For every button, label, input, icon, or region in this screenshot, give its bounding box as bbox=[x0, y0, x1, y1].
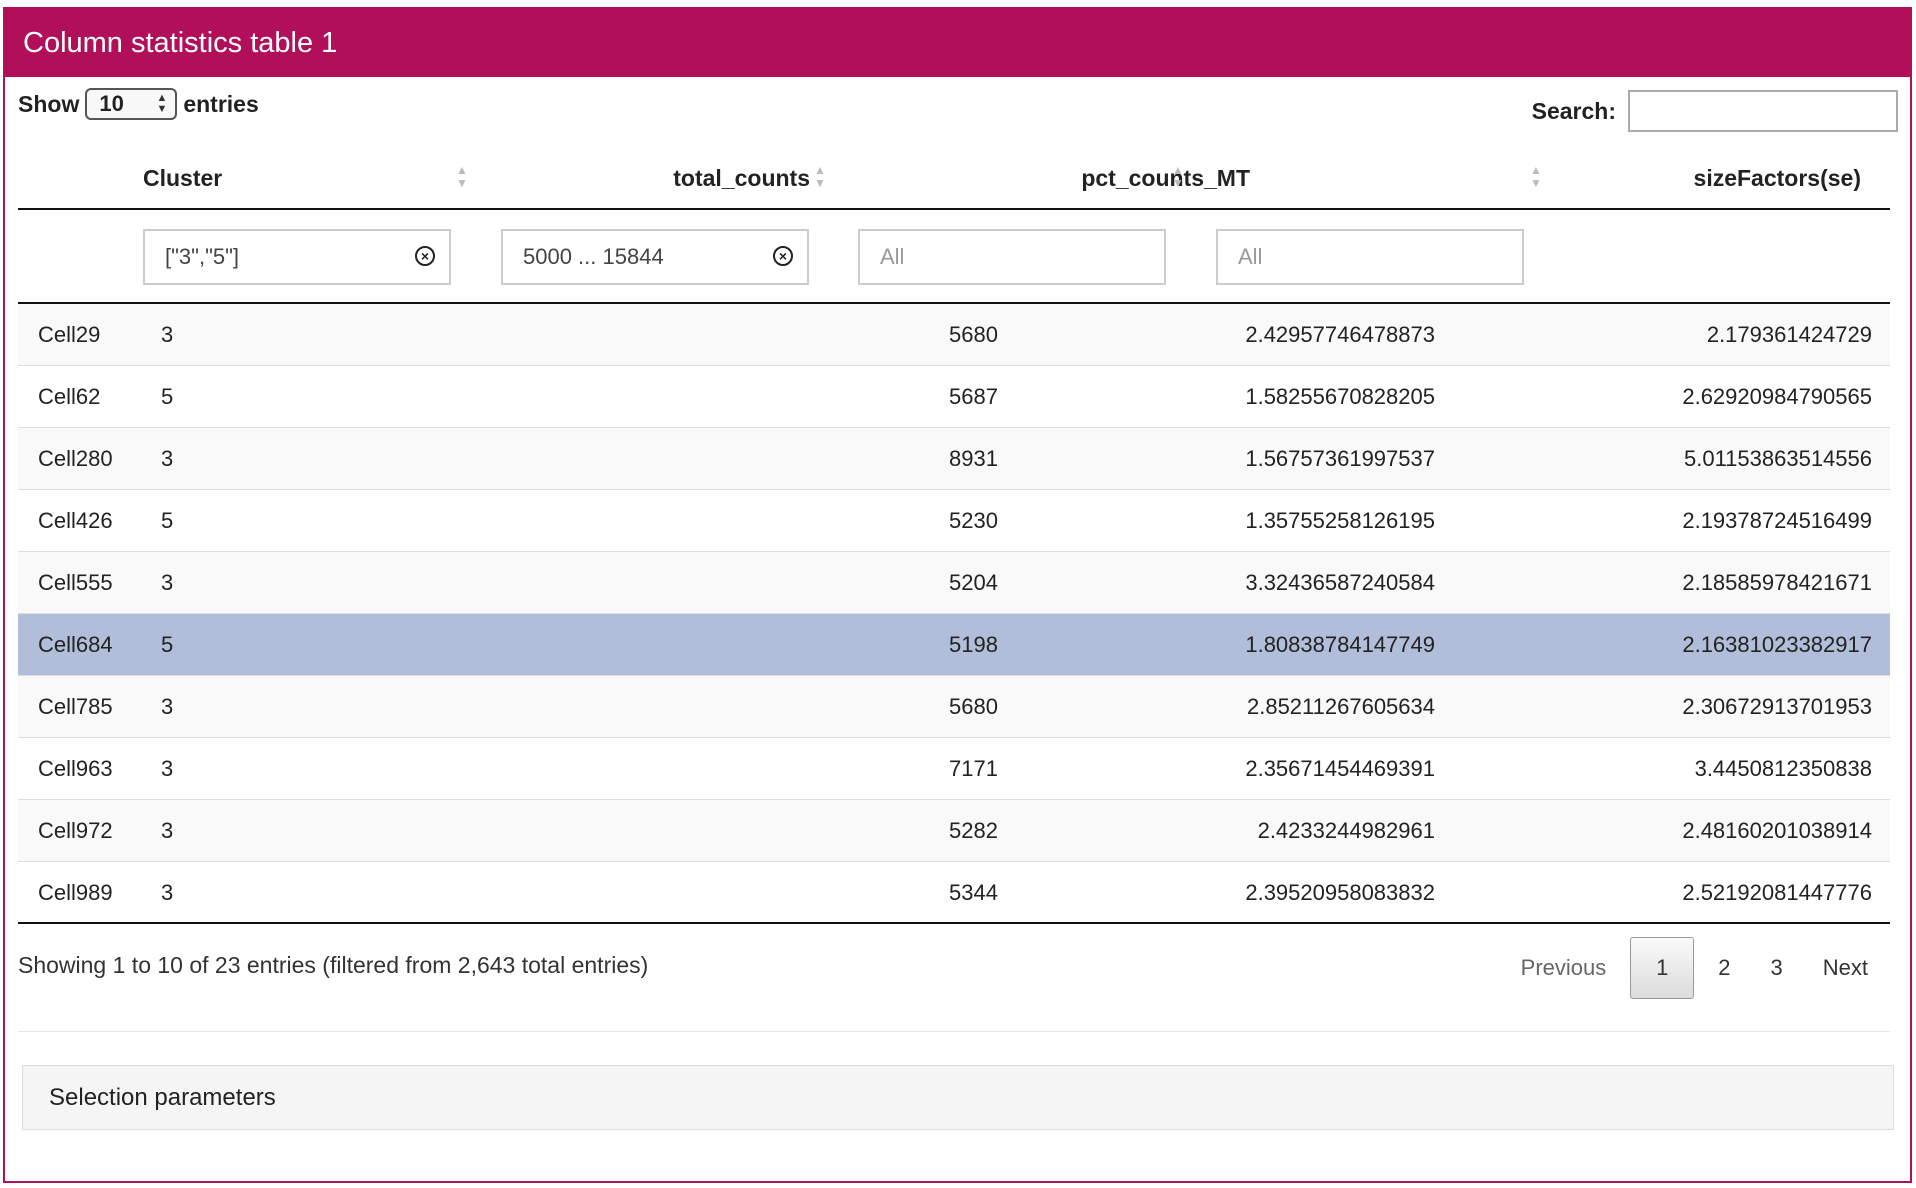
table-row[interactable]: Cell280 3 8931 1.56757361997537 5.0115386351… bbox=[18, 428, 1890, 490]
cell-name: Cell62 bbox=[38, 384, 101, 409]
clear-filter-icon[interactable]: × bbox=[773, 246, 793, 266]
previous-page-button[interactable]: Previous bbox=[1501, 938, 1627, 998]
entries-per-page-value: 10 bbox=[99, 91, 124, 116]
table-body: Cell29 3 5680 2.42957746478873 2.17936142472… bbox=[18, 304, 1890, 924]
cell-size-factors: 2.52192081447776 bbox=[1682, 880, 1872, 905]
cell-total-counts: 7171 bbox=[949, 756, 998, 781]
table-row[interactable]: Cell972 3 5282 2.4233244982961 2.48160201038… bbox=[18, 800, 1890, 862]
column-header-total-counts[interactable]: total_counts bbox=[673, 150, 810, 208]
cell-pct-counts-mt: 2.35671454469391 bbox=[1245, 756, 1435, 781]
cell-size-factors: 2.48160201038914 bbox=[1682, 818, 1872, 843]
cell-cluster: 5 bbox=[161, 384, 174, 409]
cell-cluster: 3 bbox=[161, 818, 174, 843]
cell-name: Cell684 bbox=[38, 632, 113, 657]
total-counts-filter-value: 5000 ... 15844 bbox=[523, 244, 664, 269]
pct-counts-mt-filter[interactable]: All bbox=[858, 229, 1166, 285]
cell-cluster: 5 bbox=[161, 632, 174, 657]
size-factors-filter[interactable]: All bbox=[1216, 229, 1524, 285]
cell-size-factors: 2.179361424729 bbox=[1706, 322, 1872, 347]
entries-per-page-select[interactable]: 10 ▲ ▼ bbox=[85, 88, 178, 120]
cell-total-counts: 5198 bbox=[949, 632, 998, 657]
page-1-button[interactable]: 1 bbox=[1630, 937, 1695, 999]
table-row[interactable]: Cell426 5 5230 1.35755258126195 2.1937872451… bbox=[18, 490, 1890, 552]
table-row[interactable]: Cell29 3 5680 2.42957746478873 2.17936142472… bbox=[18, 304, 1890, 366]
divider bbox=[18, 1031, 1890, 1032]
search-input[interactable] bbox=[1628, 90, 1898, 132]
cell-name: Cell963 bbox=[38, 756, 113, 781]
table-info: Showing 1 to 10 of 23 entries (filtered … bbox=[18, 952, 649, 978]
search-control: Search: bbox=[1532, 90, 1898, 132]
column-header-pct-counts-mt[interactable]: pct_counts_MT bbox=[1081, 150, 1250, 208]
sort-icon[interactable]: ▲ ▼ bbox=[814, 164, 826, 190]
length-control: Show 10 ▲ ▼ entries bbox=[18, 88, 259, 120]
cell-cluster: 5 bbox=[161, 508, 174, 533]
cell-name: Cell989 bbox=[38, 880, 113, 905]
cluster-filter-value: ["3","5"] bbox=[165, 244, 240, 269]
cell-name: Cell426 bbox=[38, 508, 113, 533]
table-row[interactable]: Cell684 5 5198 1.80838784147749 2.1638102338… bbox=[18, 614, 1890, 676]
cell-name: Cell29 bbox=[38, 322, 101, 347]
cell-pct-counts-mt: 2.42957746478873 bbox=[1245, 322, 1435, 347]
table-row[interactable]: Cell989 3 5344 2.39520958083832 2.5219208144… bbox=[18, 862, 1890, 924]
cell-total-counts: 5680 bbox=[949, 322, 998, 347]
cell-size-factors: 2.19378724516499 bbox=[1682, 508, 1872, 533]
cell-size-factors: 2.62920984790565 bbox=[1682, 384, 1872, 409]
table-row[interactable]: Cell62 5 5687 1.58255670828205 2.62920984790… bbox=[18, 366, 1890, 428]
table-row[interactable]: Cell785 3 5680 2.85211267605634 2.3067291370… bbox=[18, 676, 1890, 738]
sort-icon[interactable]: ▲ ▼ bbox=[1172, 164, 1184, 190]
selection-parameters-toggle[interactable]: Selection parameters bbox=[22, 1065, 1894, 1130]
entries-label: entries bbox=[183, 90, 259, 117]
cell-pct-counts-mt: 2.4233244982961 bbox=[1257, 818, 1435, 843]
sort-icon[interactable]: ▲ ▼ bbox=[456, 164, 468, 190]
cell-size-factors: 2.16381023382917 bbox=[1682, 632, 1872, 657]
cell-pct-counts-mt: 1.80838784147749 bbox=[1245, 632, 1435, 657]
cell-cluster: 3 bbox=[161, 322, 174, 347]
cell-total-counts: 5687 bbox=[949, 384, 998, 409]
cell-cluster: 3 bbox=[161, 694, 174, 719]
cell-size-factors: 3.4450812350838 bbox=[1694, 756, 1872, 781]
cell-name: Cell555 bbox=[38, 570, 113, 595]
cell-size-factors: 5.01153863514556 bbox=[1683, 446, 1872, 471]
cell-total-counts: 8931 bbox=[949, 446, 998, 471]
cell-pct-counts-mt: 2.85211267605634 bbox=[1246, 694, 1435, 719]
search-label: Search: bbox=[1531, 97, 1616, 124]
table-header: Cluster ▲ ▼ total_counts ▲ ▼ pct_counts_MT… bbox=[18, 150, 1890, 210]
cluster-filter[interactable]: ["3","5"] × bbox=[143, 229, 451, 285]
show-label: Show bbox=[18, 90, 80, 117]
page-2-button[interactable]: 2 bbox=[1698, 938, 1750, 998]
cell-cluster: 3 bbox=[161, 756, 174, 781]
cell-size-factors: 2.18585978421671 bbox=[1682, 570, 1872, 595]
cell-name: Cell280 bbox=[38, 446, 113, 471]
column-header-size-factors[interactable]: sizeFactors(se) bbox=[1694, 150, 1861, 208]
cell-pct-counts-mt: 1.35755258126195 bbox=[1245, 508, 1435, 533]
panel-title: Column statistics table 1 bbox=[5, 9, 1910, 77]
column-header-cluster[interactable]: Cluster bbox=[143, 150, 222, 208]
cell-total-counts: 5680 bbox=[949, 694, 998, 719]
cell-pct-counts-mt: 2.39520958083832 bbox=[1245, 880, 1435, 905]
page-3-button[interactable]: 3 bbox=[1751, 938, 1803, 998]
total-counts-filter[interactable]: 5000 ... 15844 × bbox=[501, 229, 809, 285]
cell-name: Cell785 bbox=[38, 694, 113, 719]
cell-total-counts: 5204 bbox=[949, 570, 998, 595]
cell-total-counts: 5344 bbox=[949, 880, 998, 905]
cell-pct-counts-mt: 1.58255670828205 bbox=[1245, 384, 1435, 409]
select-arrows-icon: ▲ ▼ bbox=[156, 92, 168, 115]
sort-icon[interactable]: ▲ ▼ bbox=[1530, 164, 1542, 190]
cell-size-factors: 2.30672913701953 bbox=[1682, 694, 1872, 719]
cell-pct-counts-mt: 1.56757361997537 bbox=[1245, 446, 1435, 471]
clear-filter-icon[interactable]: × bbox=[415, 246, 435, 266]
column-filters: ["3","5"] × 5000 ... 15844 × All All bbox=[18, 210, 1890, 304]
pagination: Previous 1 2 3 Next bbox=[1501, 937, 1888, 999]
cell-total-counts: 5230 bbox=[949, 508, 998, 533]
cell-cluster: 3 bbox=[161, 570, 174, 595]
cell-name: Cell972 bbox=[38, 818, 113, 843]
cell-cluster: 3 bbox=[161, 446, 174, 471]
table-row[interactable]: Cell963 3 7171 2.35671454469391 3.4450812350… bbox=[18, 738, 1890, 800]
cell-pct-counts-mt: 3.32436587240584 bbox=[1245, 570, 1435, 595]
cell-total-counts: 5282 bbox=[949, 818, 998, 843]
table-row[interactable]: Cell555 3 5204 3.32436587240584 2.1858597842… bbox=[18, 552, 1890, 614]
cell-cluster: 3 bbox=[161, 880, 174, 905]
next-page-button[interactable]: Next bbox=[1803, 938, 1888, 998]
